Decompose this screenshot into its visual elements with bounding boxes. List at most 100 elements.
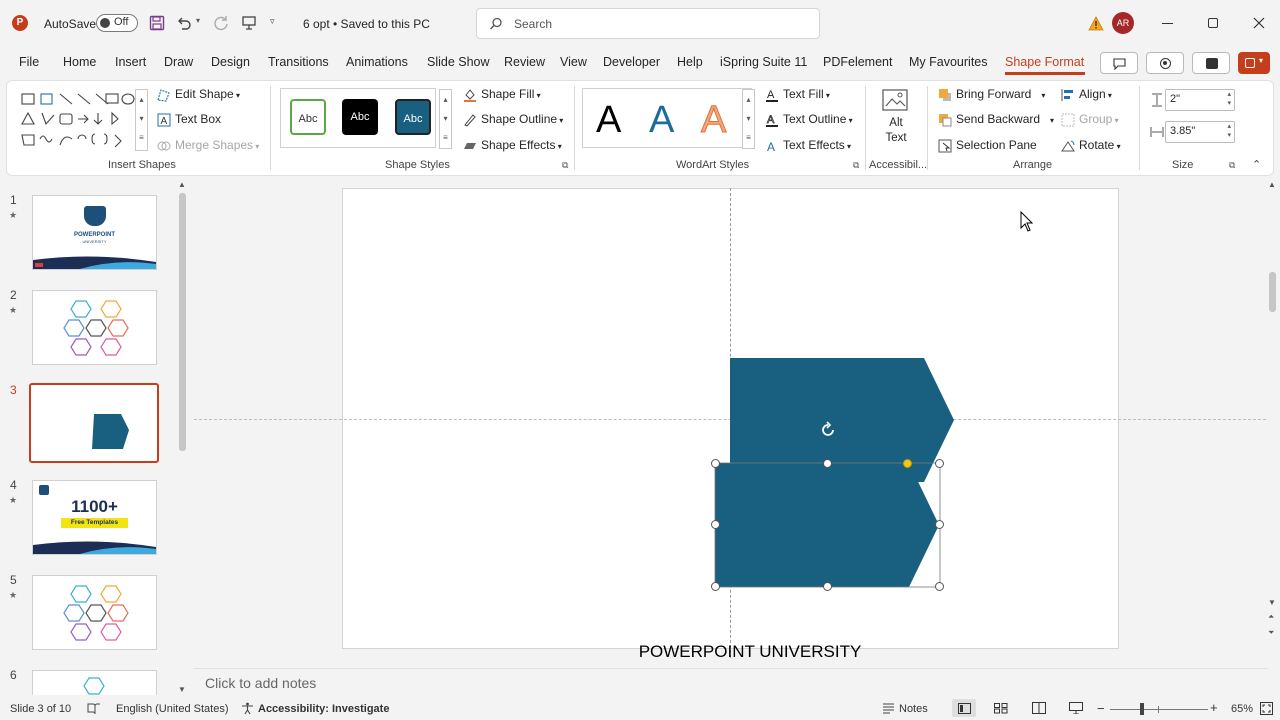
customize-toolbar-icon[interactable]: ▿ [270,16,275,27]
edit-shape-button[interactable]: Edit Shape ▾ [157,87,240,102]
zoom-slider-thumb[interactable] [1140,703,1144,715]
resize-handle-bottom-right[interactable] [935,582,944,591]
zoom-out-button[interactable]: − [1097,701,1105,716]
style-swatch-black[interactable]: Abc [342,99,378,135]
normal-view-button[interactable] [952,699,976,717]
share-button[interactable]: ▾ [1238,52,1270,74]
slideshow-view-icon[interactable] [1069,702,1083,714]
align-button[interactable]: Align ▾ [1061,87,1112,102]
resize-handle-left[interactable] [711,520,720,529]
merge-shapes-button[interactable]: Merge Shapes ▾ [157,138,259,153]
tab-help[interactable]: Help [677,55,703,71]
tab-file[interactable]: File [19,55,39,71]
slide-scrollbar-thumb[interactable] [1269,272,1276,312]
text-effects-button[interactable]: A Text Effects ▾ [765,138,851,153]
style-swatch-teal[interactable]: Abc [395,99,431,135]
tab-shape-format[interactable]: Shape Format [1005,55,1084,71]
user-avatar[interactable]: AR [1112,12,1134,34]
bring-forward-button[interactable]: Bring Forward ▾ [938,87,1045,102]
collapse-ribbon-icon[interactable]: ⌃ [1252,158,1261,171]
slide-footer-text[interactable]: POWERPOINT UNIVERSITY [560,642,940,662]
text-fill-button[interactable]: A Text Fill ▾ [765,87,830,102]
redo-icon[interactable] [213,15,229,31]
previous-slide-icon[interactable]: ⏶ [1268,612,1274,622]
restore-button[interactable] [1208,18,1218,28]
close-button[interactable] [1253,17,1265,29]
resize-handle-right[interactable] [935,520,944,529]
slide-thumbnail-5[interactable] [32,575,157,650]
wordart-scroll[interactable]: ▴ ▾ ≡ [742,89,755,149]
save-icon[interactable] [149,15,165,31]
shape-height-input[interactable]: 2" ▴ ▾ [1165,89,1235,111]
tab-my-favourites[interactable]: My Favourites [909,55,988,71]
document-title[interactable]: 6 opt • Saved to this PC [303,17,430,31]
shape-outline-button[interactable]: Shape Outline ▾ [463,112,563,127]
alt-text-button[interactable]: Alt Text [873,86,919,152]
slide-thumbnail-2[interactable] [32,290,157,365]
tab-draw[interactable]: Draw [164,55,193,71]
shape-width-input[interactable]: 3.85" ▴ ▾ [1165,121,1235,143]
search-box[interactable]: Search [476,8,820,39]
rotate-button[interactable]: Rotate ▾ [1061,138,1121,153]
slide-shapes[interactable] [700,350,970,600]
slide-scroll-down-icon[interactable]: ▼ [1268,598,1276,607]
tab-developer[interactable]: Developer [603,55,660,71]
text-box-button[interactable]: A Text Box [157,112,221,127]
tab-slide-show[interactable]: Slide Show [427,55,490,71]
notes-toggle-button[interactable]: Notes [899,703,928,715]
autosave-toggle[interactable]: Off [96,14,138,32]
size-launcher-icon[interactable]: ⧉ [1229,160,1235,171]
tab-design[interactable]: Design [211,55,250,71]
wordart-style-black[interactable]: A [596,99,621,142]
shape-styles-launcher-icon[interactable]: ⧉ [562,160,568,171]
fit-to-window-icon[interactable] [1260,702,1273,715]
shapes-gallery-scroll[interactable]: ▴ ▾ ≡ [135,89,148,151]
resize-handle-top-right[interactable] [935,459,944,468]
zoom-in-button[interactable]: + [1210,700,1218,715]
present-icon[interactable] [241,15,257,31]
tab-review[interactable]: Review [504,55,545,71]
tab-view[interactable]: View [560,55,587,71]
adjustment-handle[interactable] [903,459,912,468]
language-indicator[interactable]: English (United States) [116,703,229,715]
tab-ispring[interactable]: iSpring Suite 11 [720,55,807,71]
reading-view-icon[interactable] [1032,702,1046,714]
thumb-scroll-down-icon[interactable]: ▼ [178,685,186,694]
undo-icon[interactable] [176,15,192,31]
wordart-style-blue[interactable]: A [649,99,674,142]
thumb-scrollbar-thumb[interactable] [179,193,186,451]
tab-home[interactable]: Home [63,55,96,71]
shapes-gallery[interactable] [20,91,135,149]
zoom-level[interactable]: 65% [1231,703,1253,715]
slide-thumbnail-3[interactable] [29,383,159,463]
resize-handle-bottom[interactable] [823,582,832,591]
rotate-handle-icon[interactable] [818,420,838,440]
tab-insert[interactable]: Insert [115,55,146,71]
shape-styles-scroll[interactable]: ▴ ▾ ≡ [439,89,452,149]
record-button[interactable] [1146,52,1184,74]
resize-handle-top-left[interactable] [711,459,720,468]
wordart-launcher-icon[interactable]: ⧉ [853,160,859,171]
slide-thumbnail-1[interactable]: POWERPOINT UNIVERSITY [32,195,157,270]
selection-pane-button[interactable]: Selection Pane [938,138,1037,153]
shape-fill-button[interactable]: Shape Fill ▾ [463,87,541,102]
teams-button[interactable] [1192,52,1230,74]
text-outline-button[interactable]: A Text Outline ▾ [765,112,853,127]
style-swatch-outline-green[interactable]: Abc [290,99,326,135]
minimize-button[interactable] [1162,23,1173,24]
zoom-slider-track[interactable] [1110,709,1208,710]
thumb-scroll-up-icon[interactable]: ▲ [178,180,186,189]
tab-animations[interactable]: Animations [346,55,408,71]
comments-button[interactable] [1100,52,1138,74]
group-button[interactable]: Group ▾ [1061,112,1119,127]
send-backward-button[interactable]: Send Backward ▾ [938,112,1054,127]
slide-thumbnail-6[interactable] [32,670,157,695]
spell-check-icon[interactable] [87,702,101,715]
next-slide-icon[interactable]: ⏷ [1268,628,1274,638]
accessibility-status[interactable]: Accessibility: Investigate [258,703,389,715]
slide-sorter-icon[interactable] [994,703,1008,714]
shape-effects-button[interactable]: Shape Effects ▾ [463,138,562,153]
tab-transitions[interactable]: Transitions [268,55,329,71]
tab-pdfelement[interactable]: PDFelement [823,55,892,71]
wordart-style-orange[interactable]: A [700,99,726,142]
